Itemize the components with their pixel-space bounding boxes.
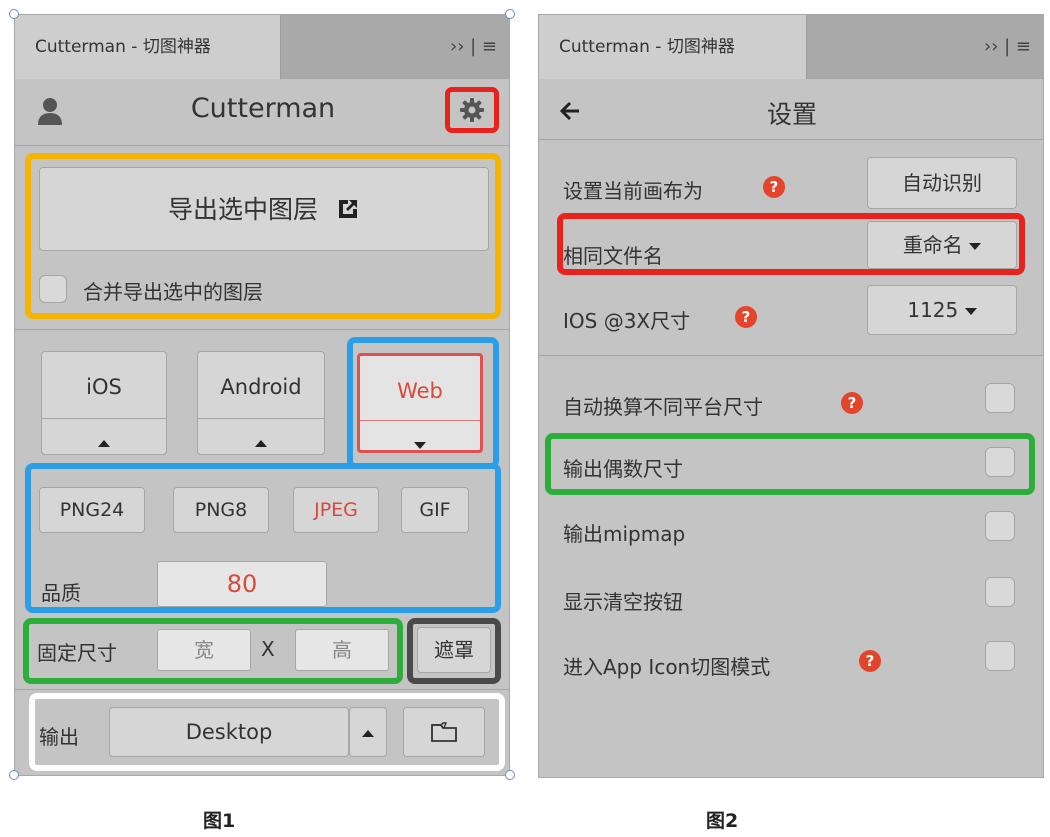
panel-menu-button[interactable]: ›› | ≡ (984, 15, 1031, 79)
export-button-label: 导出选中图层 (168, 195, 319, 224)
panel-menu-icon: ›› | ≡ (984, 36, 1031, 57)
divider (198, 418, 324, 419)
export-selected-layers-button[interactable]: 导出选中图层 (39, 167, 489, 251)
height-placeholder: 高 (332, 638, 352, 662)
format-label: JPEG (314, 499, 358, 521)
tab-title: Cutterman - 切图神器 (559, 37, 735, 57)
help-icon[interactable]: ? (859, 650, 881, 672)
chevron-up-icon (42, 432, 166, 451)
tab-bar: Cutterman - 切图神器 ›› | ≡ (539, 15, 1043, 79)
quality-value: 80 (226, 570, 258, 598)
settings-title: 设置 (766, 100, 817, 129)
same-filename-label: 相同文件名 (563, 244, 663, 268)
fixed-size-label: 固定尺寸 (37, 641, 117, 665)
panel-menu-button[interactable]: ›› | ≡ (450, 15, 497, 79)
chevron-up-icon (198, 432, 324, 451)
output-value: Desktop (185, 720, 273, 744)
platform-android-button[interactable]: Android (197, 351, 325, 455)
quality-label: 品质 (41, 581, 81, 605)
platform-web-label: Web (397, 379, 443, 403)
cutterman-main-panel: Cutterman - 切图神器 ›› | ≡ Cutterman 导出选中图层… (14, 14, 510, 776)
app-icon-mode-checkbox[interactable] (985, 641, 1015, 671)
chevron-down-icon (964, 308, 977, 315)
format-label: PNG24 (59, 499, 125, 521)
selection-handle[interactable] (9, 9, 19, 19)
settings-button[interactable] (445, 87, 499, 133)
selection-handle[interactable] (9, 770, 19, 780)
mipmap-checkbox[interactable] (985, 511, 1015, 541)
chevron-down-icon (969, 243, 982, 250)
merge-export-label: 合并导出选中的图层 (83, 280, 263, 304)
auto-detect-button[interactable]: 自动识别 (867, 157, 1017, 209)
same-filename-value: 重命名 (902, 233, 963, 257)
figure-caption-1: 图1 (203, 810, 236, 832)
auto-detect-label: 自动识别 (902, 171, 982, 195)
divider (15, 689, 509, 690)
canvas-setting-label: 设置当前画布为 (563, 179, 703, 203)
external-link-icon (338, 200, 357, 218)
merge-export-checkbox[interactable] (39, 275, 67, 303)
tab-title: Cutterman - 切图神器 (35, 37, 211, 57)
ios-3x-value: 1125 (907, 298, 959, 322)
even-size-checkbox[interactable] (985, 447, 1015, 477)
format-png8-button[interactable]: PNG8 (173, 487, 269, 533)
cutterman-settings-panel: Cutterman - 切图神器 ›› | ≡ 设置 设置当前画布为 ? 自动识… (538, 14, 1044, 778)
option-label: 输出偶数尺寸 (563, 457, 683, 481)
size-x-label: X (261, 637, 275, 661)
platform-ios-button[interactable]: iOS (41, 351, 167, 455)
output-path-field[interactable]: Desktop (109, 707, 349, 757)
platform-ios-label: iOS (86, 375, 122, 399)
divider (360, 420, 480, 421)
auto-convert-checkbox[interactable] (985, 383, 1015, 413)
option-label: 输出mipmap (563, 522, 686, 546)
mask-label: 遮罩 (434, 638, 474, 662)
selection-handle[interactable] (505, 770, 515, 780)
help-icon[interactable]: ? (841, 392, 863, 414)
ios-3x-label: IOS @3X尺寸 (563, 309, 691, 333)
chevron-up-icon (362, 730, 374, 737)
folder-icon (431, 722, 457, 742)
gear-icon (460, 98, 484, 122)
ios-3x-dropdown[interactable]: 1125 (867, 285, 1017, 335)
option-label: 进入App Icon切图模式 (563, 655, 771, 679)
quality-input[interactable]: 80 (157, 561, 327, 607)
format-label: GIF (419, 499, 451, 521)
mask-button[interactable]: 遮罩 (417, 627, 491, 673)
selection-handle[interactable] (505, 9, 515, 19)
help-icon[interactable]: ? (763, 176, 785, 198)
divider (15, 145, 509, 146)
width-placeholder: 宽 (194, 638, 214, 662)
divider (42, 418, 166, 419)
show-clear-button-checkbox[interactable] (985, 577, 1015, 607)
tab-cutterman[interactable]: Cutterman - 切图神器 (15, 15, 281, 79)
header-title: Cutterman (190, 93, 336, 124)
same-filename-dropdown[interactable]: 重命名 (867, 221, 1017, 269)
option-label: 显示清空按钮 (563, 590, 683, 614)
help-icon[interactable]: ? (735, 306, 757, 328)
output-dropdown-button[interactable] (349, 707, 387, 757)
platform-web-button[interactable]: Web (357, 353, 483, 453)
option-label: 自动换算不同平台尺寸 (563, 395, 763, 419)
format-gif-button[interactable]: GIF (401, 487, 469, 533)
width-input[interactable]: 宽 (157, 629, 251, 671)
divider (539, 355, 1043, 356)
platform-android-label: Android (220, 375, 302, 399)
chevron-down-icon (360, 434, 480, 453)
browse-folder-button[interactable] (403, 707, 485, 757)
divider (15, 329, 509, 330)
height-input[interactable]: 高 (295, 629, 389, 671)
format-png24-button[interactable]: PNG24 (39, 487, 145, 533)
tab-cutterman[interactable]: Cutterman - 切图神器 (539, 15, 807, 79)
output-label: 输出 (39, 725, 79, 749)
figure-caption-2: 图2 (706, 810, 739, 832)
panel-menu-icon: ›› | ≡ (450, 36, 497, 57)
format-jpeg-button[interactable]: JPEG (293, 487, 379, 533)
divider (539, 139, 1043, 140)
tab-bar: Cutterman - 切图神器 ›› | ≡ (15, 15, 509, 79)
format-label: PNG8 (194, 499, 248, 521)
